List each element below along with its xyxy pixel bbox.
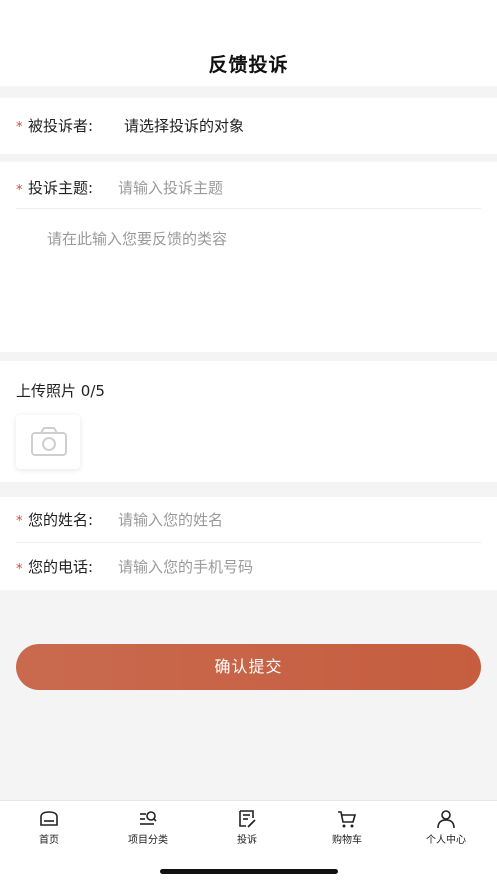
tab-category[interactable]: 项目分类	[108, 809, 188, 849]
complaint-target-label: 被投诉者:	[28, 117, 94, 135]
name-label: 您的姓名:	[28, 511, 94, 529]
divider	[16, 208, 481, 209]
tab-complaint[interactable]: 投诉	[207, 809, 287, 849]
upload-photo-count: 0/5	[80, 382, 105, 400]
complaint-target-row[interactable]: * 被投诉者: 请选择投诉的对象	[0, 98, 497, 154]
tab-home[interactable]: 首页	[9, 809, 89, 849]
submit-button[interactable]: 确认提交	[16, 644, 481, 690]
required-mark: *	[16, 183, 23, 198]
upload-photo-title: 上传照片	[16, 382, 77, 400]
name-input[interactable]: 请输入您的姓名	[118, 509, 223, 530]
header: 反馈投诉	[0, 0, 497, 86]
complaint-target-select[interactable]: 请选择投诉的对象	[124, 115, 244, 136]
tab-label: 首页	[39, 835, 59, 846]
required-mark: *	[16, 562, 23, 577]
tab-label: 项目分类	[128, 835, 168, 846]
complaint-edit-icon	[239, 810, 256, 828]
upload-photo-label: 上传照片 0/5	[16, 380, 105, 401]
page-title: 反馈投诉	[208, 54, 289, 76]
tab-profile[interactable]: 个人中心	[406, 809, 486, 849]
complaint-form-card: * 投诉主题: 请输入投诉主题 请在此输入您要反馈的类容	[0, 162, 497, 352]
home-icon	[40, 811, 58, 826]
phone-label: 您的电话:	[28, 558, 94, 576]
complaint-subject-label: 投诉主题:	[28, 179, 94, 197]
contact-card: * 您的姓名: 请输入您的姓名 * 您的电话: 请输入您的手机号码	[0, 497, 497, 590]
tab-label: 投诉	[237, 835, 257, 846]
category-search-icon	[140, 811, 157, 825]
feedback-content-textarea[interactable]: 请在此输入您要反馈的类容	[47, 228, 227, 249]
required-mark: *	[16, 514, 23, 529]
user-icon	[437, 810, 455, 829]
divider	[16, 542, 481, 543]
required-mark: *	[16, 120, 23, 135]
phone-input[interactable]: 请输入您的手机号码	[118, 556, 253, 577]
upload-photo-button[interactable]	[16, 415, 80, 469]
camera-icon	[31, 427, 67, 456]
tab-cart[interactable]: 购物车	[307, 809, 387, 849]
tab-label: 个人中心	[426, 835, 466, 846]
cart-icon	[338, 811, 357, 828]
tab-label: 购物车	[332, 835, 362, 846]
home-indicator	[160, 869, 338, 874]
complaint-subject-input[interactable]: 请输入投诉主题	[118, 177, 223, 198]
